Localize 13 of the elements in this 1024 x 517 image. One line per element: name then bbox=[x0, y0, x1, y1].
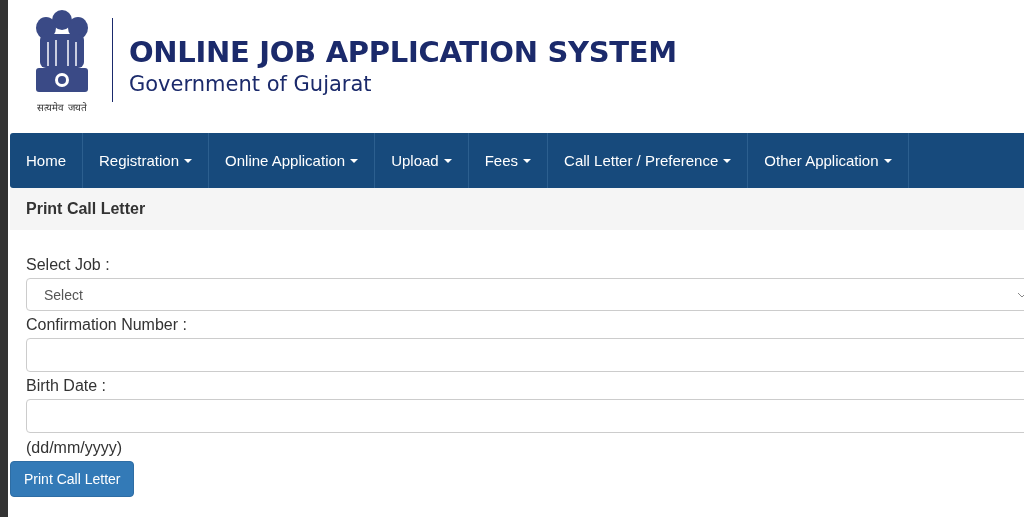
site-title: ONLINE JOB APPLICATION SYSTEM bbox=[129, 34, 677, 70]
field-label: Confirmation Number : bbox=[26, 315, 187, 335]
motto-text: सत्यमेव जयते bbox=[37, 101, 87, 114]
input-field[interactable] bbox=[26, 399, 1024, 433]
site-subtitle: Government of Gujarat bbox=[129, 71, 373, 98]
field-label: Birth Date : bbox=[26, 376, 107, 396]
print-button[interactable]: Print Call Letter bbox=[10, 461, 135, 497]
panel-title: Print Call Letter bbox=[26, 200, 146, 218]
input-field[interactable] bbox=[26, 338, 1024, 372]
chevron-down-icon bbox=[1017, 291, 1024, 298]
job-select[interactable]: Select bbox=[26, 278, 1024, 311]
field-label: Select Job : bbox=[26, 255, 110, 275]
format-hint: (dd/mm/yyyy) bbox=[26, 438, 122, 458]
